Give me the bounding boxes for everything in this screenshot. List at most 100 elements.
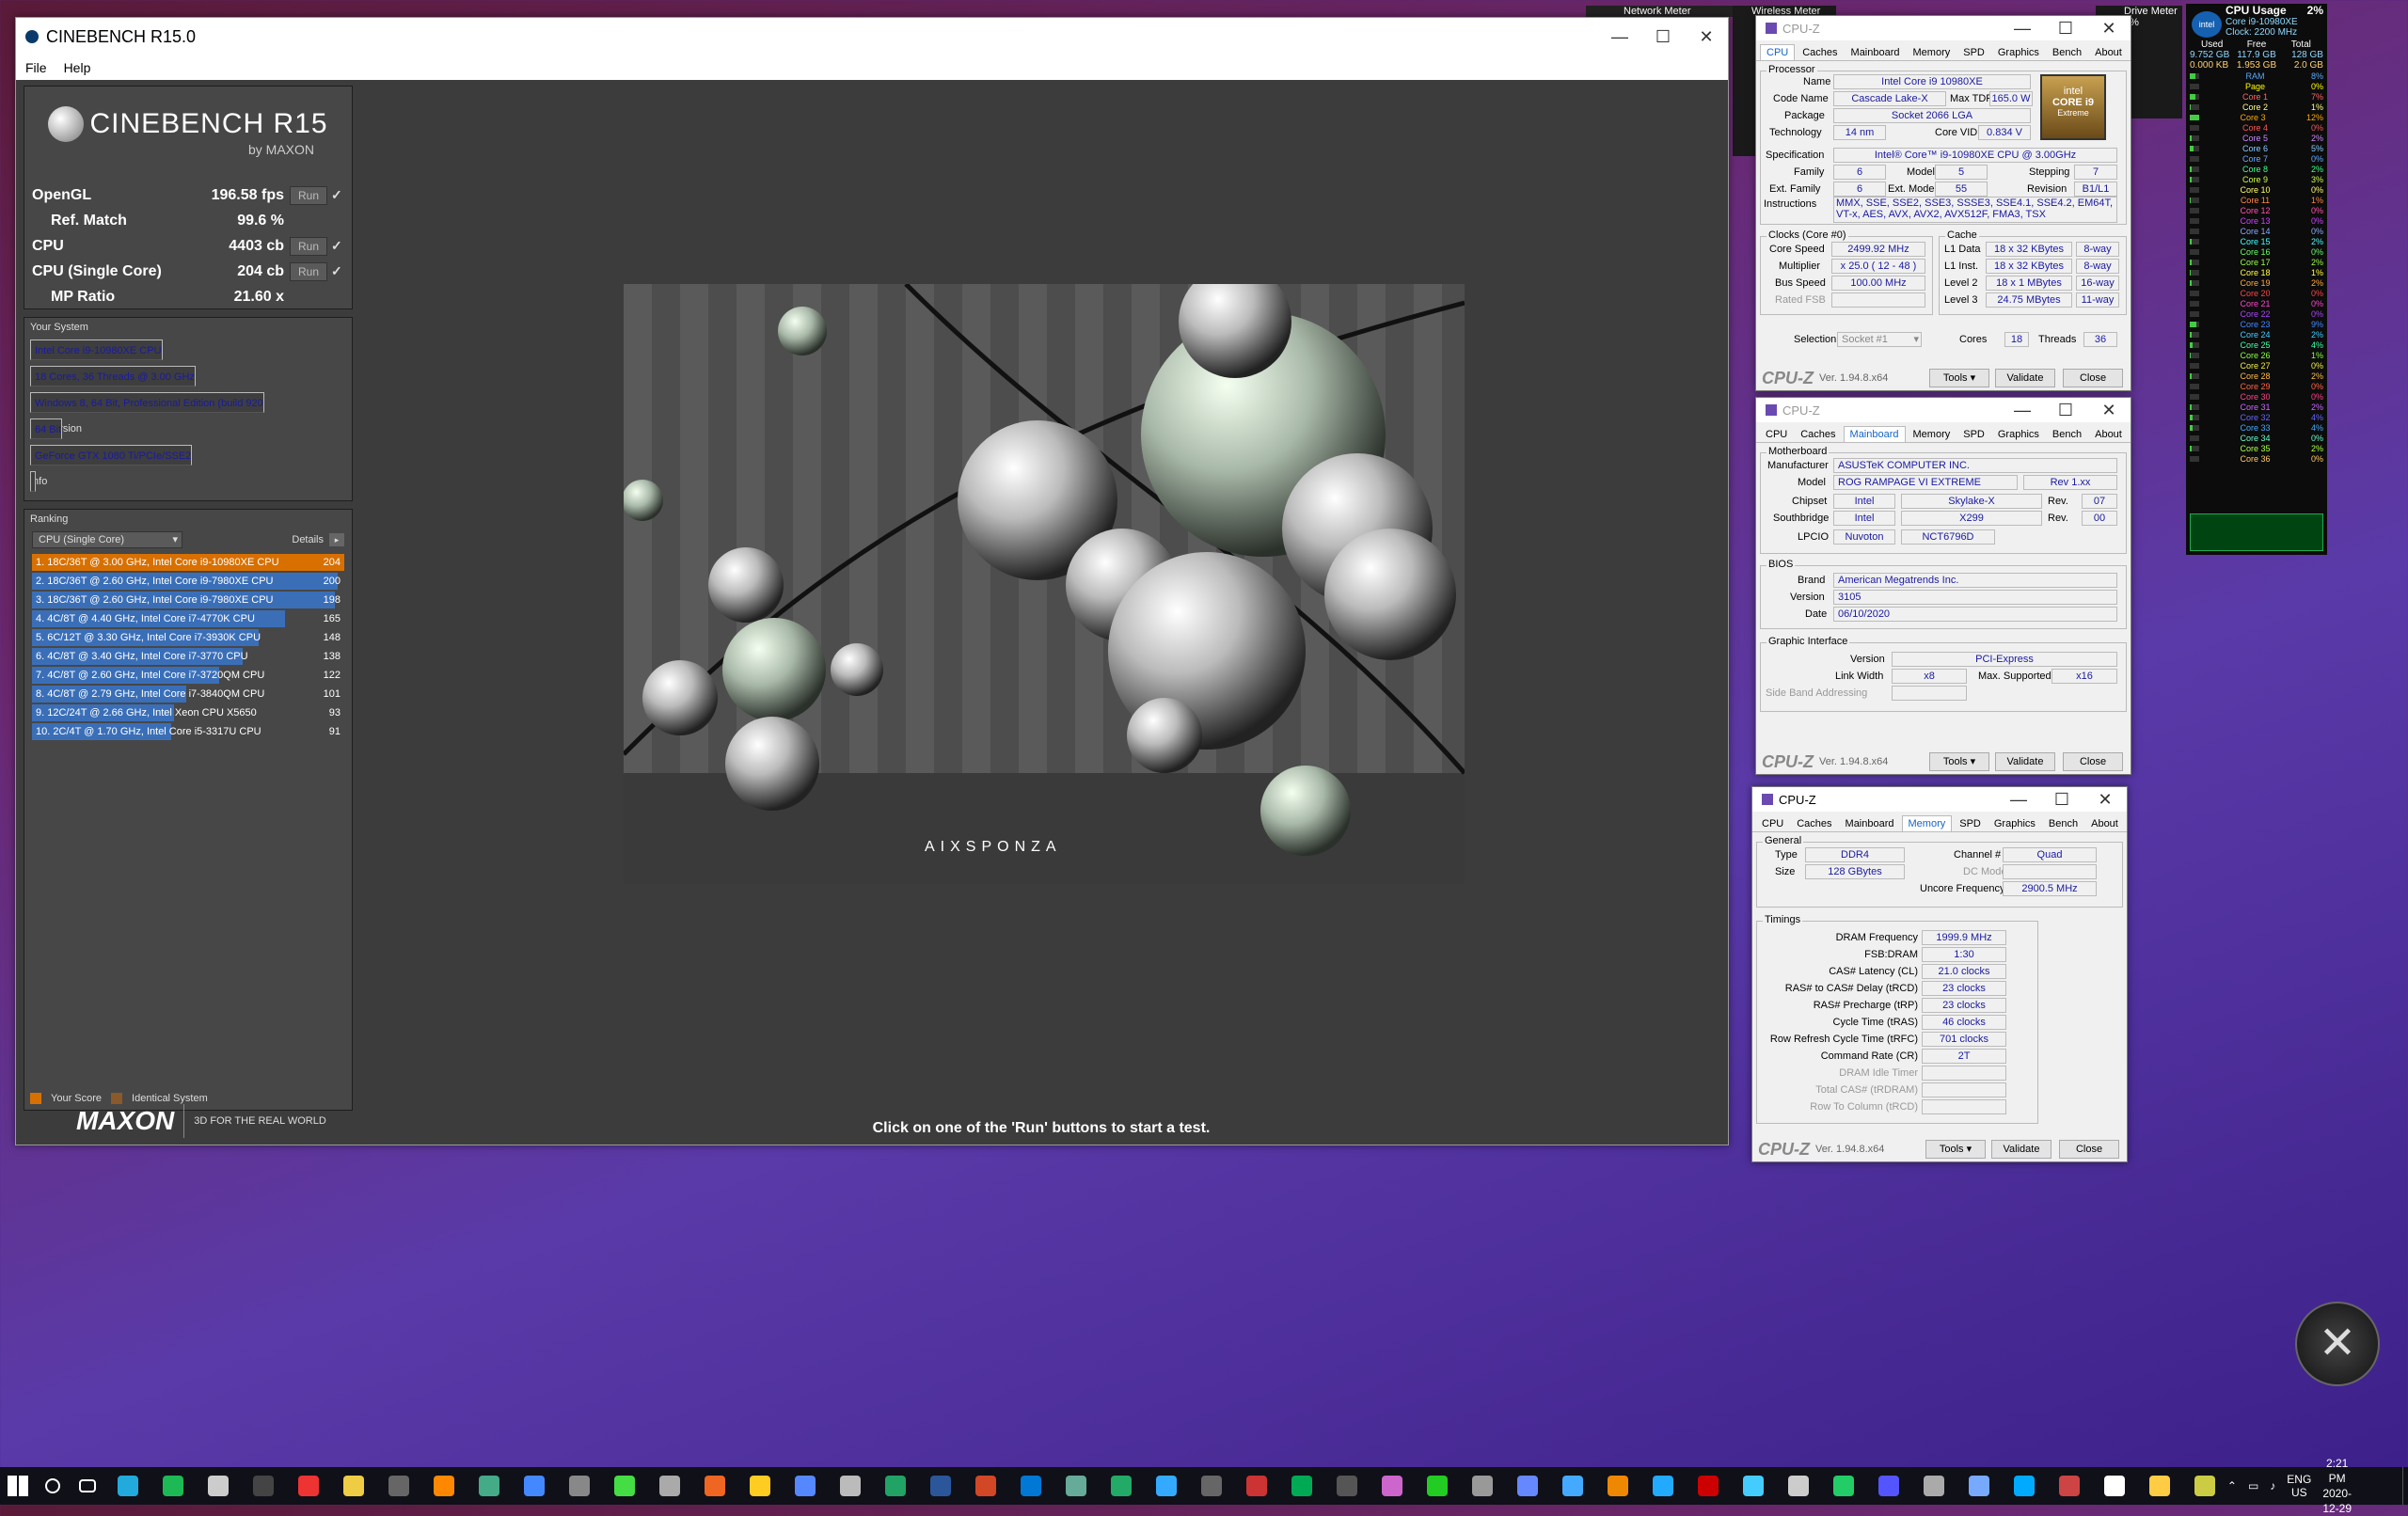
close-icon[interactable]: ✕ <box>2087 401 2131 420</box>
tab-spd[interactable]: SPD <box>1957 427 1990 442</box>
taskbar-app-button[interactable] <box>1234 1467 1279 1505</box>
taskbar-app-button[interactable] <box>1460 1467 1505 1505</box>
tab-mainboard[interactable]: Mainboard <box>1843 426 1906 442</box>
taskbar-app-button[interactable] <box>1415 1467 1460 1505</box>
details-arrow-button[interactable]: ▸ <box>329 533 344 546</box>
ranking-row[interactable]: 8. 4C/8T @ 2.79 GHz, Intel Core i7-3840Q… <box>32 685 344 703</box>
tab-about[interactable]: About <box>2089 45 2128 60</box>
taskbar-app-button[interactable] <box>1099 1467 1144 1505</box>
language-indicator[interactable]: ENG US <box>2287 1473 2311 1499</box>
ranking-row[interactable]: 3. 18C/36T @ 2.60 GHz, Intel Core i9-798… <box>32 591 344 609</box>
cinebench-titlebar[interactable]: CINEBENCH R15.0 — ☐ ✕ <box>16 18 1728 55</box>
maximize-icon[interactable]: ☐ <box>2044 19 2087 39</box>
tab-graphics[interactable]: Graphics <box>1992 45 2045 60</box>
close-icon[interactable]: ✕ <box>2083 790 2127 810</box>
tab-mainboard[interactable]: Mainboard <box>1846 45 1906 60</box>
tab-bench[interactable]: Bench <box>2043 816 2083 831</box>
run-cpu-button[interactable]: Run <box>290 236 327 256</box>
minimize-icon[interactable]: — <box>2001 19 2044 39</box>
tools-button[interactable]: Tools ▾ <box>1925 1140 1986 1159</box>
validate-button[interactable]: Validate <box>1995 752 2055 771</box>
close-icon[interactable]: ✕ <box>1685 27 1728 47</box>
taskbar-app-button[interactable] <box>602 1467 647 1505</box>
ranking-row[interactable]: 1. 18C/36T @ 3.00 GHz, Intel Core i9-109… <box>32 553 344 572</box>
validate-button[interactable]: Validate <box>1991 1140 2052 1159</box>
tab-about[interactable]: About <box>2089 427 2128 442</box>
taskbar-app-button[interactable] <box>963 1467 1008 1505</box>
tools-button[interactable]: Tools ▾ <box>1929 369 1989 387</box>
taskbar-app-button[interactable] <box>1144 1467 1189 1505</box>
taskbar-app-button[interactable] <box>692 1467 737 1505</box>
taskbar-app-button[interactable] <box>241 1467 286 1505</box>
taskbar-app-button[interactable] <box>1821 1467 1866 1505</box>
taskbar-app-button[interactable] <box>737 1467 783 1505</box>
clock[interactable]: 2:21 PM 2020-12-29 <box>2322 1456 2352 1516</box>
taskbar-app-button[interactable] <box>421 1467 467 1505</box>
ranking-row[interactable]: 5. 6C/12T @ 3.30 GHz, Intel Core i7-3930… <box>32 628 344 647</box>
taskbar-app-button[interactable] <box>1008 1467 1054 1505</box>
taskbar-app-button[interactable] <box>331 1467 376 1505</box>
taskbar-app-button[interactable] <box>1686 1467 1731 1505</box>
maximize-icon[interactable]: ☐ <box>2040 790 2083 810</box>
network-icon[interactable]: ▭ <box>2248 1479 2258 1492</box>
taskbar-app-button[interactable] <box>647 1467 692 1505</box>
run-cpu-single-button[interactable]: Run <box>290 261 327 281</box>
tab-cpu[interactable]: CPU <box>1760 44 1796 60</box>
taskbar-app-button[interactable] <box>1731 1467 1776 1505</box>
tab-graphics[interactable]: Graphics <box>1992 427 2045 442</box>
ranking-row[interactable]: 6. 4C/8T @ 3.40 GHz, Intel Core i7-3770 … <box>32 647 344 666</box>
tab-caches[interactable]: Caches <box>1791 816 1837 831</box>
desktop-x-button[interactable]: ✕ <box>2295 1302 2380 1386</box>
ranking-select[interactable]: CPU (Single Core) ▾ <box>32 531 182 548</box>
tab-bench[interactable]: Bench <box>2047 45 2087 60</box>
start-button[interactable] <box>0 1467 35 1505</box>
taskbar-app-button[interactable] <box>828 1467 873 1505</box>
run-opengl-button[interactable]: Run <box>290 185 327 205</box>
taskbar-app-button[interactable] <box>2047 1467 2092 1505</box>
socket-select[interactable]: Socket #1 ▾ <box>1837 332 1922 347</box>
taskbar-app-button[interactable] <box>1189 1467 1234 1505</box>
tray-chevron-icon[interactable]: ⌃ <box>2227 1479 2237 1492</box>
volume-icon[interactable]: ♪ <box>2270 1479 2275 1492</box>
taskbar-app-button[interactable] <box>1054 1467 1099 1505</box>
taskbar-app-button[interactable] <box>376 1467 421 1505</box>
taskbar-app-button[interactable] <box>105 1467 150 1505</box>
cpuz-titlebar[interactable]: CPU-Z — ☐ ✕ <box>1756 398 2131 422</box>
search-button[interactable] <box>35 1467 70 1505</box>
taskbar-app-button[interactable] <box>2002 1467 2047 1505</box>
tab-spd[interactable]: SPD <box>1954 816 1987 831</box>
taskbar-app-button[interactable] <box>1324 1467 1370 1505</box>
close-button[interactable]: Close <box>2059 1140 2119 1159</box>
tab-bench[interactable]: Bench <box>2047 427 2087 442</box>
taskbar-app-button[interactable] <box>2182 1467 2227 1505</box>
tab-mainboard[interactable]: Mainboard <box>1840 816 1900 831</box>
maximize-icon[interactable]: ☐ <box>2044 401 2087 420</box>
ranking-row[interactable]: 9. 12C/24T @ 2.66 GHz, Intel Xeon CPU X5… <box>32 703 344 722</box>
tab-memory[interactable]: Memory <box>1901 815 1953 831</box>
close-button[interactable]: Close <box>2063 752 2123 771</box>
ranking-row[interactable]: 2. 18C/36T @ 2.60 GHz, Intel Core i9-798… <box>32 572 344 591</box>
tab-cpu[interactable]: CPU <box>1760 427 1793 442</box>
tab-caches[interactable]: Caches <box>1795 427 1841 442</box>
minimize-icon[interactable]: — <box>1598 27 1641 47</box>
tools-button[interactable]: Tools ▾ <box>1929 752 1989 771</box>
validate-button[interactable]: Validate <box>1995 369 2055 387</box>
taskbar-app-button[interactable] <box>1279 1467 1324 1505</box>
close-button[interactable]: Close <box>2063 369 2123 387</box>
menu-help[interactable]: Help <box>64 60 91 75</box>
taskbar-app-button[interactable] <box>918 1467 963 1505</box>
taskbar-app-button[interactable] <box>1505 1467 1550 1505</box>
taskbar-app-button[interactable] <box>2137 1467 2182 1505</box>
taskbar-app-button[interactable] <box>783 1467 828 1505</box>
taskbar-app-button[interactable] <box>873 1467 918 1505</box>
task-view-button[interactable] <box>71 1467 105 1505</box>
menu-file[interactable]: File <box>25 60 47 75</box>
ranking-row[interactable]: 4. 4C/8T @ 4.40 GHz, Intel Core i7-4770K… <box>32 609 344 628</box>
minimize-icon[interactable]: — <box>2001 401 2044 420</box>
taskbar-app-button[interactable] <box>1866 1467 1911 1505</box>
taskbar-app-button[interactable] <box>1550 1467 1595 1505</box>
taskbar-app-button[interactable] <box>2092 1467 2137 1505</box>
tab-memory[interactable]: Memory <box>1908 427 1956 442</box>
taskbar-app-button[interactable] <box>512 1467 557 1505</box>
taskbar-app-button[interactable] <box>196 1467 241 1505</box>
